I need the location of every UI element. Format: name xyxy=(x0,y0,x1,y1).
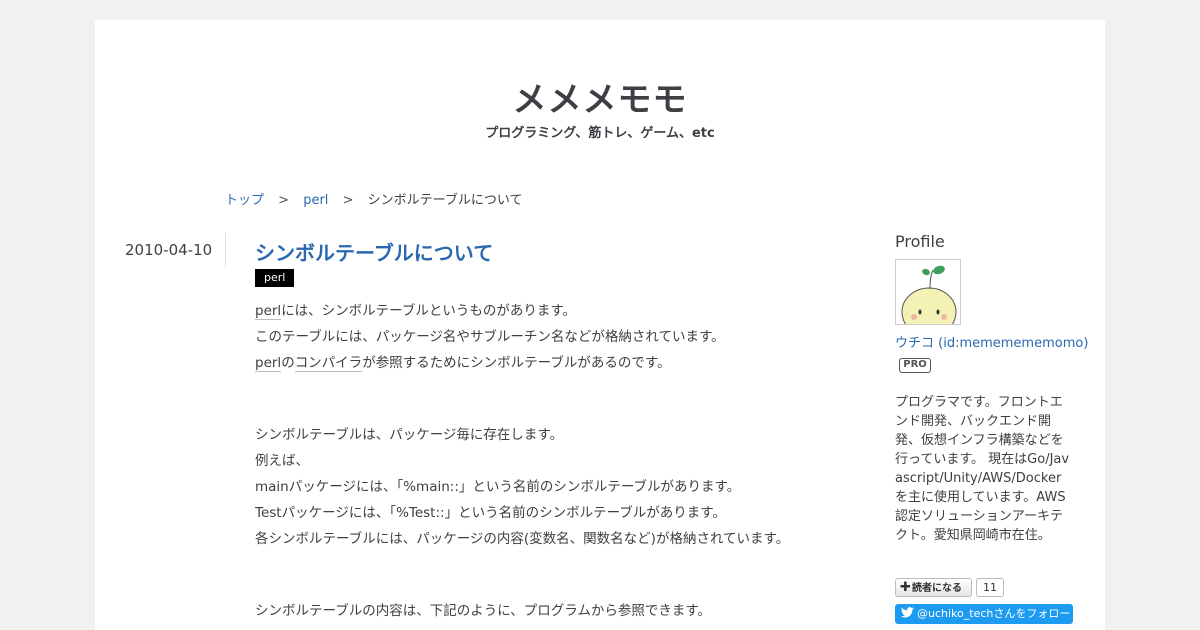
date-divider xyxy=(225,233,226,267)
twitter-bird-icon xyxy=(900,607,914,618)
entry-title[interactable]: シンボルテーブルについて xyxy=(255,237,493,266)
blog-page: メメメモモ プログラミング、筋トレ、ゲーム、etc トップ > perl > シ… xyxy=(95,20,1105,630)
keyword-link[interactable]: perl xyxy=(255,303,282,320)
breadcrumb-current: シンボルテーブルについて xyxy=(367,193,523,208)
content-line: Testパッケージには、「%Test::」という名前のシンボルテーブルがあります… xyxy=(255,505,726,521)
avatar-illustration-icon xyxy=(901,265,957,324)
content-line: perlには、シンボルテーブルというものがあります。 xyxy=(255,303,577,320)
content-line: シンボルテーブルは、パッケージ毎に存在します。 xyxy=(255,427,564,443)
content-line: perlのコンパイラが参照するためにシンボルテーブルがあるのです。 xyxy=(255,355,671,372)
entry-content: perlには、シンボルテーブルというものがあります。 このテーブルには、パッケー… xyxy=(255,298,835,624)
content-line: mainパッケージには、「%main::」という名前のシンボルテーブルがあります… xyxy=(255,479,741,495)
author-link[interactable]: ウチコ (id:mememememomo) xyxy=(895,332,1088,351)
blog-title[interactable]: メメメモモ xyxy=(95,72,1105,121)
breadcrumb-separator: > xyxy=(278,193,290,208)
breadcrumb-separator: > xyxy=(342,193,354,208)
twitter-follow-button[interactable]: @uchiko_techさんをフォロー xyxy=(895,604,1073,624)
content-line: このテーブルには、パッケージ名やサブルーチン名などが格納されています。 xyxy=(255,329,725,345)
sidebar-profile: Profile ウチコ (id:mememememomo) PRO プログラマで… xyxy=(895,232,1088,624)
keyword-link[interactable]: コンパイラ xyxy=(294,355,363,372)
breadcrumb: トップ > perl > シンボルテーブルについて xyxy=(225,189,522,208)
pro-badge: PRO xyxy=(899,358,931,373)
blog-description: プログラミング、筋トレ、ゲーム、etc xyxy=(485,126,715,141)
entry-date[interactable]: 2010-04-10 xyxy=(125,241,212,259)
subscriber-count: 11 xyxy=(976,578,1004,597)
content-line: シンボルテーブルの内容は、下記のように、プログラムから参照できます。 xyxy=(255,603,712,619)
entry-category-tag[interactable]: perl xyxy=(255,269,295,287)
content-line: 例えば、 xyxy=(255,453,309,469)
avatar[interactable] xyxy=(895,259,961,325)
profile-heading: Profile xyxy=(895,232,945,251)
breadcrumb-top-link[interactable]: トップ xyxy=(225,193,264,208)
keyword-link[interactable]: perl xyxy=(255,355,282,372)
profile-bio: プログラマです。フロントエンド開発、バックエンド開発、仮想インフラ構築などを行っ… xyxy=(895,395,1070,543)
subscribe-button[interactable]: ✚読者になる xyxy=(895,578,972,597)
content-line: 各シンボルテーブルには、パッケージの内容(変数名、関数名など)が格納されています… xyxy=(255,531,790,547)
breadcrumb-category-link[interactable]: perl xyxy=(303,193,328,208)
plus-icon: ✚ xyxy=(900,580,911,595)
